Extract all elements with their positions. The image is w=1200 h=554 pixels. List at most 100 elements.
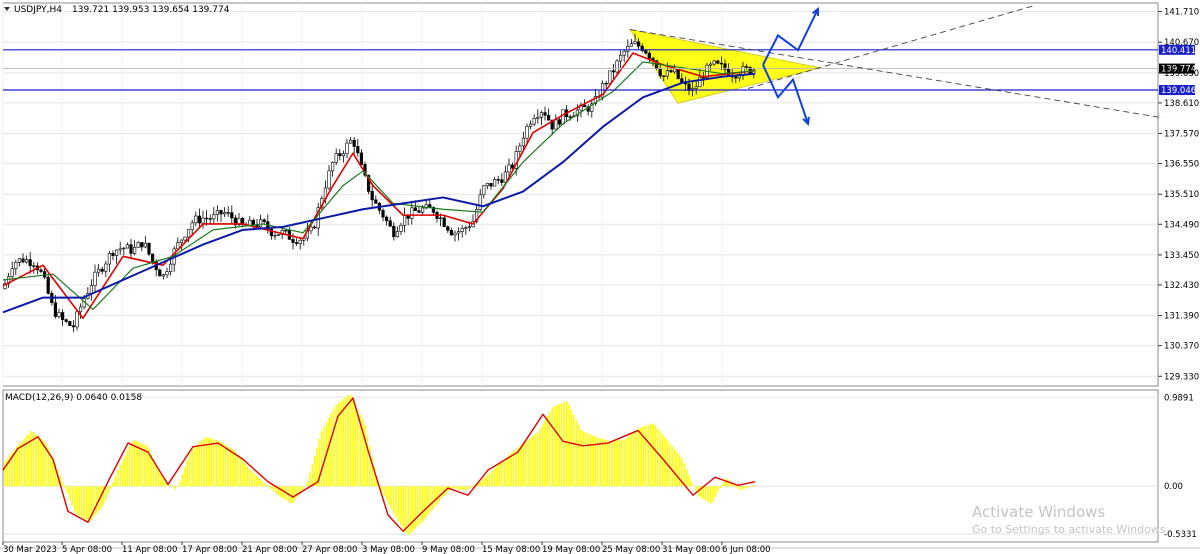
bull-candle <box>485 183 490 187</box>
macd-histogram-bar <box>323 426 325 487</box>
bear-candle <box>636 41 641 47</box>
macd-histogram-bar <box>246 466 249 487</box>
macd-histogram-bar <box>580 429 582 487</box>
macd-histogram-bar <box>316 447 318 487</box>
macd-histogram-bar <box>301 486 304 491</box>
macd-histogram-bar <box>601 438 604 487</box>
macd-histogram-bar <box>349 394 352 487</box>
chart-header: USDJPY,H4 139.721 139.953 139.654 139.77… <box>4 5 230 15</box>
bear-candle <box>500 179 504 183</box>
bull-candle <box>521 137 525 147</box>
price-tick-label: 141.710 <box>1164 8 1199 18</box>
macd-histogram-bar <box>345 397 347 487</box>
macd-histogram-bar <box>234 451 237 487</box>
bull-candle <box>212 214 216 220</box>
macd-histogram-bar <box>244 463 246 487</box>
bull-candle <box>453 232 457 236</box>
macd-histogram-bar <box>510 452 513 487</box>
macd-label: MACD(12,26,9) 0.0640 0.0158 <box>5 393 142 403</box>
macd-histogram-bar <box>534 434 537 487</box>
bear-candle <box>129 244 133 254</box>
macd-histogram-bar <box>124 455 126 487</box>
bear-candle <box>413 207 418 212</box>
macd-histogram-bar <box>599 438 601 487</box>
macd-histogram-bar <box>678 455 681 487</box>
macd-histogram-bar <box>366 435 369 487</box>
bear-candle <box>251 219 256 226</box>
price-tick-label: 138.610 <box>1164 99 1199 109</box>
macd-histogram-bar <box>738 486 741 490</box>
bear-candle <box>100 268 104 272</box>
macd-histogram-bar <box>409 486 412 534</box>
bear-candle <box>716 60 720 64</box>
macd-histogram-bar <box>486 475 489 487</box>
macd-histogram-bar <box>385 486 388 501</box>
bull-candle <box>467 226 472 229</box>
macd-histogram-bar <box>568 404 570 487</box>
bear-candle <box>356 146 360 154</box>
macd-histogram-bar <box>333 408 335 487</box>
bull-candle <box>327 170 331 189</box>
bull-candle <box>532 118 536 125</box>
macd-histogram-bar <box>220 441 222 487</box>
macd-histogram-bar <box>453 486 455 489</box>
bear-candle <box>669 70 673 73</box>
chart-canvas[interactable]: 140.411139.046139.774 USDJPY,H4 139.721 … <box>0 0 1200 554</box>
macd-histogram-bar <box>69 486 71 500</box>
macd-histogram-bar <box>160 474 162 487</box>
macd-histogram-bar <box>395 486 397 518</box>
macd-histogram-bar <box>714 486 717 498</box>
macd-histogram-bar <box>4 461 6 487</box>
macd-histogram-bar <box>114 476 117 487</box>
macd-histogram-bar <box>457 486 460 490</box>
macd-histogram-bar <box>294 486 297 500</box>
bull-candle <box>528 123 533 127</box>
macd-histogram-bar <box>508 454 510 487</box>
time-tick-label: 9 May 08:00 <box>422 545 475 554</box>
bull-candle <box>133 247 137 254</box>
bear-candle <box>219 210 223 215</box>
macd-histogram-bar <box>606 440 609 487</box>
macd-histogram-bar <box>121 460 124 487</box>
bull-candle <box>525 126 529 139</box>
macd-histogram-bar <box>623 439 625 487</box>
bull-candle <box>194 215 198 224</box>
bear-candle <box>734 76 738 79</box>
macd-histogram-bar <box>489 472 491 487</box>
macd-histogram-bar <box>66 486 69 494</box>
macd-histogram-bar <box>611 441 613 487</box>
macd-histogram-bar <box>88 486 90 522</box>
macd-histogram-bar <box>292 486 294 504</box>
macd-histogram-bar <box>676 452 678 487</box>
macd-histogram-bar <box>539 428 541 487</box>
macd-histogram-bar <box>702 486 705 500</box>
bull-candle <box>187 229 191 238</box>
macd-histogram-bar <box>553 406 556 487</box>
watermark-title: Activate Windows <box>972 503 1105 521</box>
macd-histogram-bar <box>381 486 383 492</box>
macd-histogram-bar <box>498 463 501 487</box>
macd-histogram-bar <box>693 486 695 487</box>
macd-histogram-bar <box>527 439 529 487</box>
macd-histogram-bar <box>155 464 157 487</box>
price-tick-label: 137.570 <box>1164 130 1199 140</box>
macd-histogram-bar <box>450 486 453 489</box>
bear-candle <box>140 242 144 248</box>
macd-histogram-bar <box>37 436 40 487</box>
macd-histogram-bar <box>265 484 268 487</box>
bull-candle <box>89 285 93 294</box>
macd-histogram-bar <box>241 460 244 487</box>
macd-histogram-bar <box>707 486 709 503</box>
macd-histogram-bar <box>189 453 191 487</box>
macd-histogram-bar <box>251 471 253 487</box>
bear-candle <box>71 325 75 328</box>
bull-candle <box>626 45 630 52</box>
macd-histogram-bar <box>85 486 88 521</box>
macd-histogram-bar <box>438 486 441 502</box>
macd-histogram-bar <box>671 446 673 487</box>
bear-candle <box>338 153 342 157</box>
macd-histogram-bar <box>688 474 690 487</box>
macd-histogram-bar <box>73 486 76 512</box>
macd-histogram-bar <box>635 430 637 487</box>
macd-histogram-bar <box>460 486 462 490</box>
